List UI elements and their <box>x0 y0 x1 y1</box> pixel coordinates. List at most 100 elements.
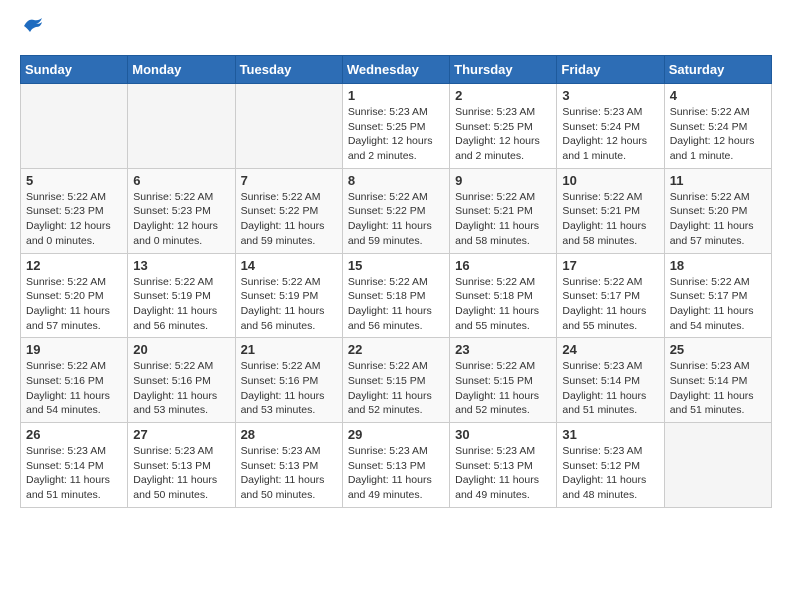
day-number: 9 <box>455 173 551 188</box>
calendar-day-cell: 3Sunrise: 5:23 AM Sunset: 5:24 PM Daylig… <box>557 84 664 169</box>
calendar-day-cell: 4 Sunrise: 5:22 AM Sunset: 5:24 PM Daylig… <box>664 84 771 169</box>
day-info: Sunrise: 5:23 AM Sunset: 5:24 PM Dayligh… <box>562 105 658 164</box>
day-info: Sunrise: 5:23 AM Sunset: 5:13 PM Dayligh… <box>241 444 337 503</box>
day-number: 24 <box>562 342 658 357</box>
day-info: Sunrise: 5:22 AM Sunset: 5:16 PM Dayligh… <box>133 359 229 418</box>
calendar-day-cell: 19 Sunrise: 5:22 AM Sunset: 5:16 PM Dayli… <box>21 338 128 423</box>
day-info: Sunrise: 5:22 AM Sunset: 5:20 PM Dayligh… <box>670 190 766 249</box>
day-number: 4 <box>670 88 766 103</box>
calendar-day-cell: 8Sunrise: 5:22 AM Sunset: 5:22 PM Daylig… <box>342 168 449 253</box>
day-number: 15 <box>348 258 444 273</box>
calendar-day-cell: 9 Sunrise: 5:22 AM Sunset: 5:21 PM Daylig… <box>450 168 557 253</box>
day-number: 8 <box>348 173 444 188</box>
day-info: Sunrise: 5:22 AM Sunset: 5:17 PM Dayligh… <box>562 275 658 334</box>
calendar-day-cell: 21 Sunrise: 5:22 AM Sunset: 5:16 PM Dayli… <box>235 338 342 423</box>
day-number: 29 <box>348 427 444 442</box>
day-number: 19 <box>26 342 122 357</box>
day-number: 10 <box>562 173 658 188</box>
day-number: 25 <box>670 342 766 357</box>
day-info: Sunrise: 5:23 AM Sunset: 5:25 PM Dayligh… <box>455 105 551 164</box>
day-info: Sunrise: 5:22 AM Sunset: 5:16 PM Dayligh… <box>26 359 122 418</box>
day-info: Sunrise: 5:23 AM Sunset: 5:25 PM Dayligh… <box>348 105 444 164</box>
day-info: Sunrise: 5:23 AM Sunset: 5:13 PM Dayligh… <box>133 444 229 503</box>
calendar-day-cell <box>664 423 771 508</box>
day-info: Sunrise: 5:22 AM Sunset: 5:23 PM Dayligh… <box>133 190 229 249</box>
day-of-week-header: Sunday <box>21 56 128 84</box>
calendar-day-cell: 10Sunrise: 5:22 AM Sunset: 5:21 PM Dayli… <box>557 168 664 253</box>
day-info: Sunrise: 5:22 AM Sunset: 5:21 PM Dayligh… <box>455 190 551 249</box>
calendar-day-cell: 16 Sunrise: 5:22 AM Sunset: 5:18 PM Dayli… <box>450 253 557 338</box>
day-number: 26 <box>26 427 122 442</box>
day-info: Sunrise: 5:22 AM Sunset: 5:23 PM Dayligh… <box>26 190 122 249</box>
day-number: 16 <box>455 258 551 273</box>
day-number: 21 <box>241 342 337 357</box>
day-info: Sunrise: 5:22 AM Sunset: 5:15 PM Dayligh… <box>455 359 551 418</box>
day-info: Sunrise: 5:22 AM Sunset: 5:17 PM Dayligh… <box>670 275 766 334</box>
day-number: 23 <box>455 342 551 357</box>
calendar-day-cell: 14 Sunrise: 5:22 AM Sunset: 5:19 PM Dayli… <box>235 253 342 338</box>
logo <box>20 20 44 39</box>
page-header <box>20 20 772 39</box>
calendar-week-row: 1 Sunrise: 5:23 AM Sunset: 5:25 PM Daylig… <box>21 84 772 169</box>
day-number: 31 <box>562 427 658 442</box>
day-info: Sunrise: 5:22 AM Sunset: 5:16 PM Dayligh… <box>241 359 337 418</box>
day-number: 1 <box>348 88 444 103</box>
day-info: Sunrise: 5:22 AM Sunset: 5:19 PM Dayligh… <box>133 275 229 334</box>
calendar-day-cell: 29 Sunrise: 5:23 AM Sunset: 5:13 PM Dayli… <box>342 423 449 508</box>
calendar-day-cell <box>235 84 342 169</box>
calendar-day-cell: 1 Sunrise: 5:23 AM Sunset: 5:25 PM Daylig… <box>342 84 449 169</box>
calendar-day-cell: 2 Sunrise: 5:23 AM Sunset: 5:25 PM Daylig… <box>450 84 557 169</box>
day-info: Sunrise: 5:22 AM Sunset: 5:18 PM Dayligh… <box>348 275 444 334</box>
day-number: 22 <box>348 342 444 357</box>
calendar-day-cell: 26Sunrise: 5:23 AM Sunset: 5:14 PM Dayli… <box>21 423 128 508</box>
day-number: 27 <box>133 427 229 442</box>
day-number: 7 <box>241 173 337 188</box>
day-number: 6 <box>133 173 229 188</box>
calendar-week-row: 12 Sunrise: 5:22 AM Sunset: 5:20 PM Dayli… <box>21 253 772 338</box>
day-of-week-header: Monday <box>128 56 235 84</box>
calendar-day-cell: 28 Sunrise: 5:23 AM Sunset: 5:13 PM Dayli… <box>235 423 342 508</box>
calendar-day-cell: 12 Sunrise: 5:22 AM Sunset: 5:20 PM Dayli… <box>21 253 128 338</box>
day-number: 11 <box>670 173 766 188</box>
calendar-day-cell: 11 Sunrise: 5:22 AM Sunset: 5:20 PM Dayli… <box>664 168 771 253</box>
day-number: 20 <box>133 342 229 357</box>
calendar-header-row: SundayMondayTuesdayWednesdayThursdayFrid… <box>21 56 772 84</box>
logo-bird-icon <box>22 16 44 39</box>
day-number: 30 <box>455 427 551 442</box>
day-of-week-header: Saturday <box>664 56 771 84</box>
day-number: 2 <box>455 88 551 103</box>
calendar-day-cell: 24 Sunrise: 5:23 AM Sunset: 5:14 PM Dayli… <box>557 338 664 423</box>
calendar-day-cell: 17Sunrise: 5:22 AM Sunset: 5:17 PM Dayli… <box>557 253 664 338</box>
calendar-day-cell <box>128 84 235 169</box>
day-info: Sunrise: 5:22 AM Sunset: 5:19 PM Dayligh… <box>241 275 337 334</box>
calendar-day-cell <box>21 84 128 169</box>
calendar-day-cell: 15 Sunrise: 5:22 AM Sunset: 5:18 PM Dayli… <box>342 253 449 338</box>
day-info: Sunrise: 5:22 AM Sunset: 5:22 PM Dayligh… <box>241 190 337 249</box>
calendar-day-cell: 18 Sunrise: 5:22 AM Sunset: 5:17 PM Dayli… <box>664 253 771 338</box>
calendar-day-cell: 5 Sunrise: 5:22 AM Sunset: 5:23 PM Daylig… <box>21 168 128 253</box>
day-number: 5 <box>26 173 122 188</box>
calendar-day-cell: 20 Sunrise: 5:22 AM Sunset: 5:16 PM Dayli… <box>128 338 235 423</box>
day-number: 12 <box>26 258 122 273</box>
calendar-day-cell: 25 Sunrise: 5:23 AM Sunset: 5:14 PM Dayli… <box>664 338 771 423</box>
calendar-day-cell: 23 Sunrise: 5:22 AM Sunset: 5:15 PM Dayli… <box>450 338 557 423</box>
day-of-week-header: Wednesday <box>342 56 449 84</box>
day-info: Sunrise: 5:23 AM Sunset: 5:14 PM Dayligh… <box>562 359 658 418</box>
day-number: 28 <box>241 427 337 442</box>
day-info: Sunrise: 5:23 AM Sunset: 5:12 PM Dayligh… <box>562 444 658 503</box>
calendar-day-cell: 22 Sunrise: 5:22 AM Sunset: 5:15 PM Dayli… <box>342 338 449 423</box>
day-info: Sunrise: 5:22 AM Sunset: 5:18 PM Dayligh… <box>455 275 551 334</box>
day-info: Sunrise: 5:23 AM Sunset: 5:13 PM Dayligh… <box>348 444 444 503</box>
day-info: Sunrise: 5:22 AM Sunset: 5:24 PM Dayligh… <box>670 105 766 164</box>
day-info: Sunrise: 5:22 AM Sunset: 5:15 PM Dayligh… <box>348 359 444 418</box>
calendar-day-cell: 31 Sunrise: 5:23 AM Sunset: 5:12 PM Dayli… <box>557 423 664 508</box>
day-of-week-header: Thursday <box>450 56 557 84</box>
day-number: 18 <box>670 258 766 273</box>
day-number: 14 <box>241 258 337 273</box>
day-of-week-header: Tuesday <box>235 56 342 84</box>
day-number: 13 <box>133 258 229 273</box>
calendar-day-cell: 7 Sunrise: 5:22 AM Sunset: 5:22 PM Daylig… <box>235 168 342 253</box>
calendar-day-cell: 6 Sunrise: 5:22 AM Sunset: 5:23 PM Daylig… <box>128 168 235 253</box>
day-info: Sunrise: 5:22 AM Sunset: 5:20 PM Dayligh… <box>26 275 122 334</box>
day-info: Sunrise: 5:23 AM Sunset: 5:14 PM Dayligh… <box>670 359 766 418</box>
